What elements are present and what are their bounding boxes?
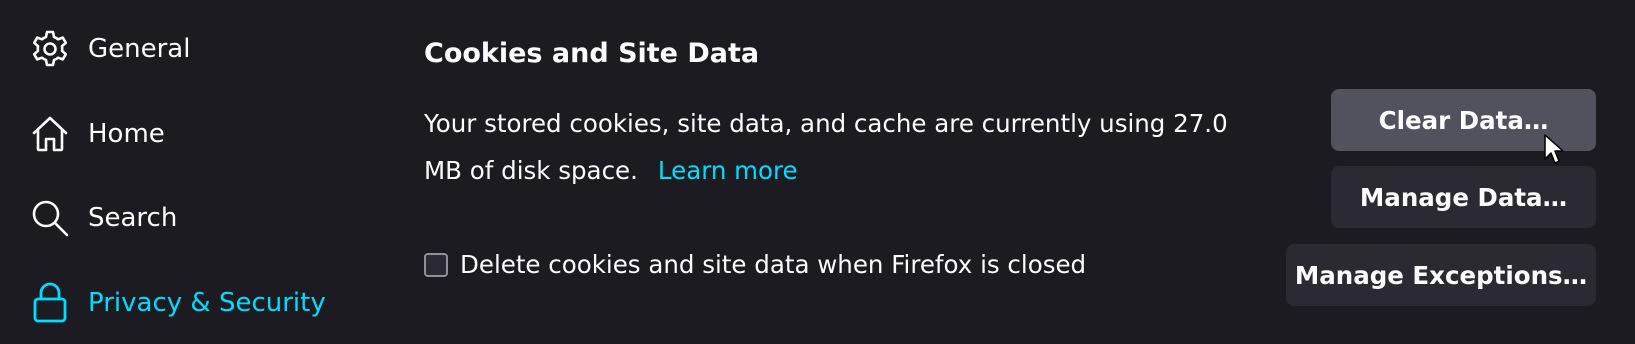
storage-usage-text: Your stored cookies, site data, and cach… (424, 109, 1228, 185)
delete-on-close-option[interactable]: Delete cookies and site data when Firefo… (424, 250, 1086, 279)
learn-more-link[interactable]: Learn more (658, 156, 798, 185)
sidebar-item-label: Home (88, 119, 165, 149)
sidebar-item-label: General (88, 34, 191, 64)
delete-on-close-label: Delete cookies and site data when Firefo… (460, 250, 1087, 279)
home-icon (28, 112, 72, 156)
sidebar-item-privacy-security[interactable]: Privacy & Security (28, 275, 326, 331)
search-icon (28, 196, 72, 240)
gear-icon (28, 27, 72, 71)
mouse-pointer-icon (1543, 133, 1565, 165)
manage-exceptions-button[interactable]: Manage Exceptions… (1286, 244, 1596, 306)
sidebar-item-label: Privacy & Security (88, 288, 326, 318)
section-title: Cookies and Site Data (424, 38, 760, 69)
sidebar-item-general[interactable]: General (28, 21, 190, 77)
manage-data-button[interactable]: Manage Data… (1331, 166, 1596, 228)
sidebar-item-search[interactable]: Search (28, 190, 177, 246)
sidebar: General Home Search Privacy & Security (0, 0, 360, 344)
lock-icon (28, 281, 72, 325)
delete-on-close-checkbox[interactable] (424, 252, 448, 277)
storage-description: Your stored cookies, site data, and cach… (424, 100, 1254, 194)
sidebar-item-label: Search (88, 203, 178, 233)
sidebar-item-home[interactable]: Home (28, 106, 165, 162)
preferences-page: General Home Search Privacy & Security C… (0, 0, 1635, 344)
